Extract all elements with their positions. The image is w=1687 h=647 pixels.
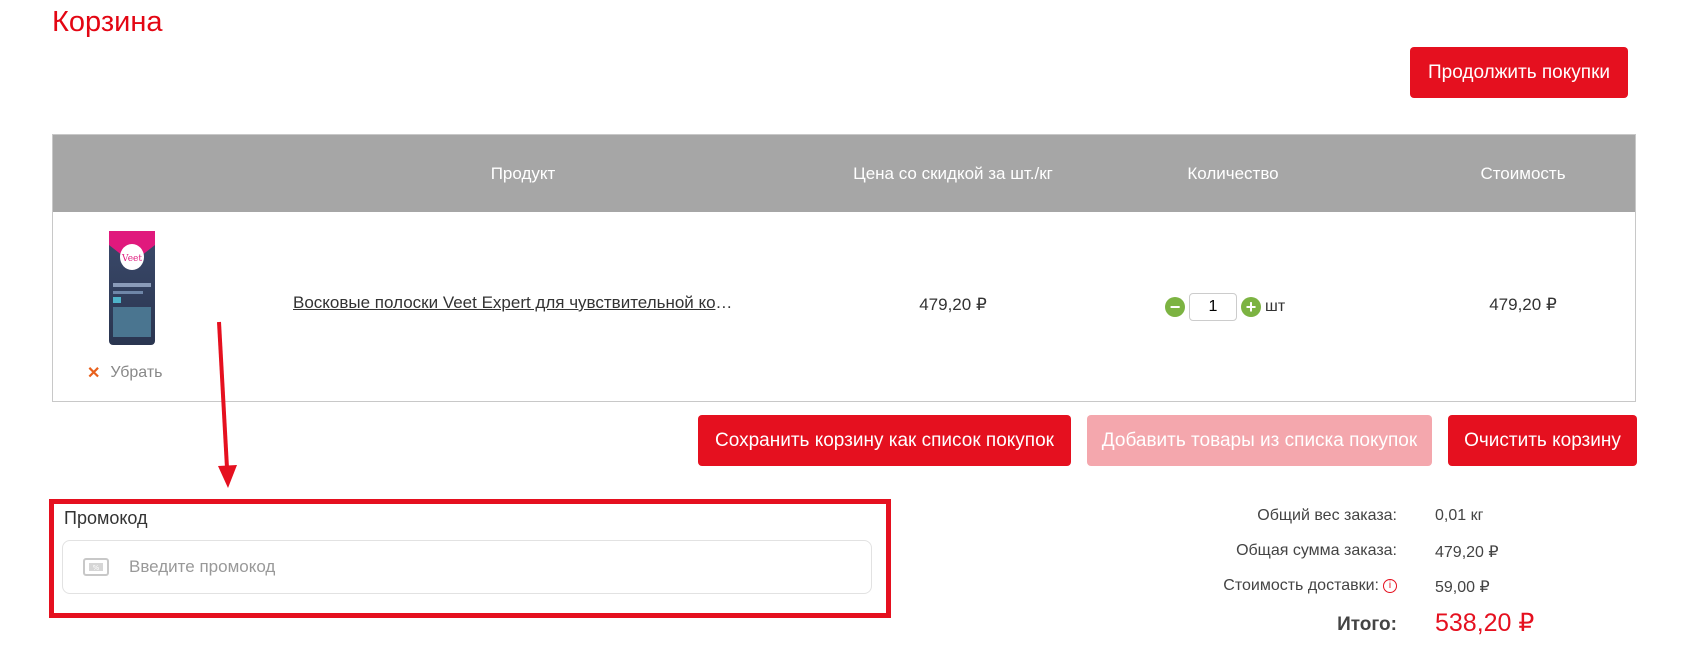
clear-cart-button[interactable]: Очистить корзину xyxy=(1448,415,1637,466)
promo-code-label: Промокод xyxy=(64,508,148,528)
order-subtotal-label: Общая сумма заказа: xyxy=(1236,542,1397,559)
table-header: Продукт Цена со скидкой за шт./кг Количе… xyxy=(53,135,1635,212)
svg-text:%: % xyxy=(93,564,100,572)
add-from-list-button[interactable]: Добавить товары из списка покупок xyxy=(1087,415,1432,466)
order-weight-value: 0,01 кг xyxy=(1435,507,1484,524)
quantity-unit: шт xyxy=(1265,298,1286,315)
coupon-icon: % xyxy=(83,558,109,576)
delivery-cost-value: 59,00 ₽ xyxy=(1435,579,1490,596)
unit-price: 479,20 ₽ xyxy=(919,295,987,314)
plus-icon[interactable]: + xyxy=(1241,297,1261,317)
minus-icon[interactable]: − xyxy=(1165,297,1185,317)
cart-table: Продукт Цена со скидкой за шт./кг Количе… xyxy=(52,134,1636,402)
page-title: Корзина xyxy=(52,6,163,38)
save-as-list-button[interactable]: Сохранить корзину как список покупок xyxy=(698,415,1071,466)
promo-code-section: Промокод % xyxy=(49,499,891,618)
column-header-cost: Стоимость xyxy=(1480,164,1566,183)
order-weight-label: Общий вес заказа: xyxy=(1257,507,1397,524)
column-header-product: Продукт xyxy=(490,164,556,183)
product-image-brand: Veet xyxy=(121,254,142,264)
promo-code-field[interactable]: % xyxy=(62,540,872,594)
column-header-price: Цена со скидкой за шт./кг xyxy=(853,164,1053,183)
total-value: 538,20 ₽ xyxy=(1435,609,1535,637)
quantity-input[interactable] xyxy=(1189,293,1237,321)
quantity-stepper: − + шт xyxy=(1165,293,1285,321)
line-total: 479,20 ₽ xyxy=(1489,295,1557,314)
delivery-cost-label: Стоимость доставки: xyxy=(1223,577,1379,594)
close-icon: ✕ xyxy=(87,365,101,382)
continue-shopping-button[interactable]: Продолжить покупки xyxy=(1410,47,1628,98)
order-subtotal-value: 479,20 ₽ xyxy=(1435,544,1499,561)
delivery-cost-row: Стоимость доставки: i xyxy=(1223,577,1397,595)
info-icon[interactable]: i xyxy=(1383,578,1397,593)
column-header-quantity: Количество xyxy=(1187,164,1279,183)
remove-item-button[interactable]: ✕ Убрать xyxy=(87,363,163,383)
promo-code-input[interactable] xyxy=(127,556,731,578)
total-label: Итого: xyxy=(1337,614,1397,635)
product-name-link[interactable]: Восковые полоски Veet Expert для чувстви… xyxy=(293,293,733,313)
remove-item-label: Убрать xyxy=(110,364,163,381)
product-image[interactable]: Veet xyxy=(103,227,161,349)
